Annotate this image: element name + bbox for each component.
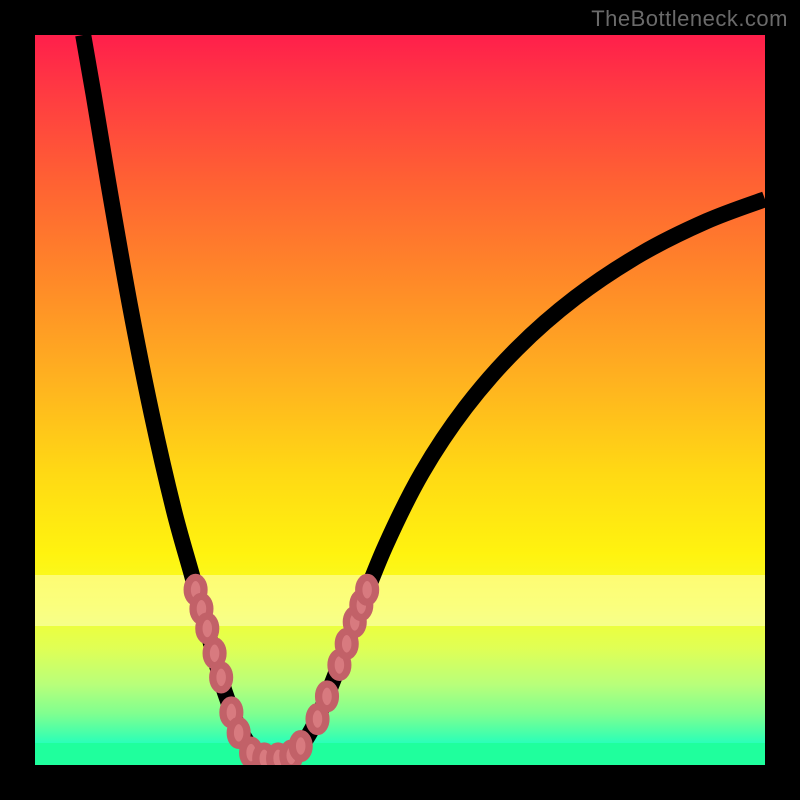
data-marker [359,577,376,602]
marker-group [187,577,375,765]
bottleneck-curve-line [83,35,765,760]
data-marker [199,616,216,641]
data-marker [319,684,336,709]
data-marker [292,734,309,759]
data-marker [213,665,230,690]
chart-svg [35,35,765,765]
chart-plot-area [35,35,765,765]
watermark-text: TheBottleneck.com [591,6,788,32]
